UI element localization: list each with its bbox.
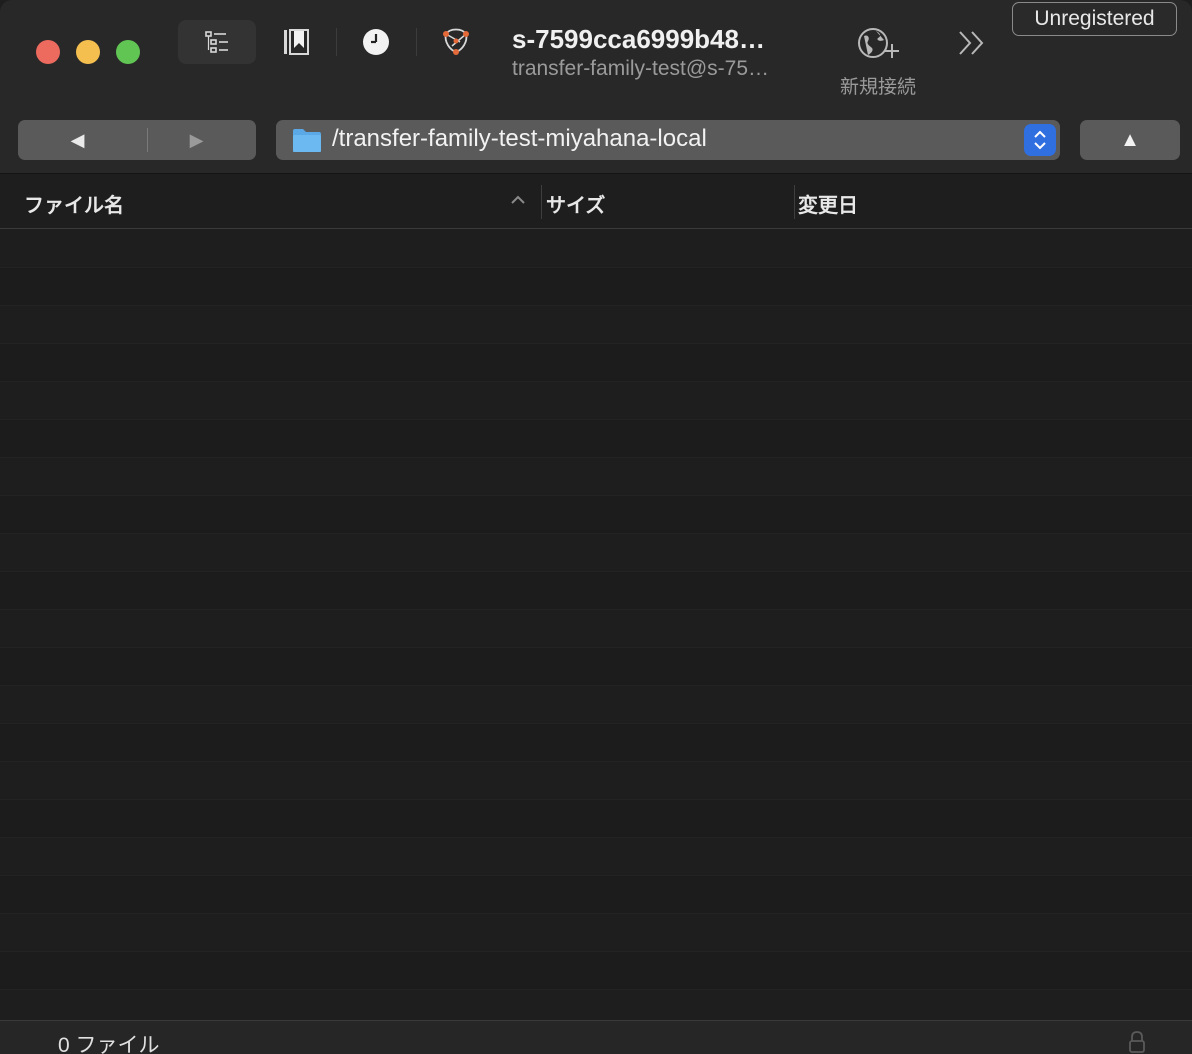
status-bar: 0 ファイル xyxy=(0,1020,1192,1054)
zoom-window-button[interactable] xyxy=(116,40,140,64)
empty-row xyxy=(0,610,1192,648)
toolbar-overflow-button[interactable] xyxy=(954,26,990,60)
unregistered-badge[interactable]: Unregistered xyxy=(1012,2,1177,36)
toolbar-separator xyxy=(336,28,337,56)
sort-ascending-icon xyxy=(511,195,525,204)
empty-row xyxy=(0,952,1192,990)
empty-row xyxy=(0,344,1192,382)
forward-arrow-icon: ▶ xyxy=(189,129,204,150)
back-button[interactable]: ◀ xyxy=(18,120,137,160)
back-forward-control: ◀ ▶ xyxy=(18,120,256,160)
empty-row xyxy=(0,268,1192,306)
empty-row xyxy=(0,306,1192,344)
connection-title: s-7599cca6999b48… xyxy=(512,24,765,54)
path-selector[interactable]: /transfer-family-test-miyahana-local xyxy=(276,120,1060,160)
empty-row xyxy=(0,496,1192,534)
empty-row xyxy=(0,382,1192,420)
connection-subtitle: transfer-family-test@s-75… xyxy=(512,57,770,80)
column-separator[interactable] xyxy=(794,185,795,219)
empty-row xyxy=(0,534,1192,572)
current-path: /transfer-family-test-miyahana-local xyxy=(332,125,707,152)
empty-row xyxy=(0,838,1192,876)
overflow-chevrons-icon xyxy=(959,31,984,55)
forward-button[interactable]: ▶ xyxy=(137,120,256,160)
parent-directory-button[interactable]: ▲ xyxy=(1080,120,1180,160)
empty-row xyxy=(0,458,1192,496)
column-separator[interactable] xyxy=(541,185,542,219)
empty-row xyxy=(0,686,1192,724)
column-header-size[interactable]: サイズ xyxy=(546,189,605,218)
bonjour-network-icon xyxy=(443,28,469,55)
path-dropdown-button[interactable] xyxy=(1024,124,1056,156)
chevron-up-down-icon xyxy=(1034,130,1046,150)
file-list[interactable] xyxy=(0,230,1192,1020)
new-connection-button[interactable]: 新規接続 xyxy=(830,22,926,98)
empty-row xyxy=(0,648,1192,686)
column-header-filename[interactable]: ファイル名 xyxy=(24,189,124,218)
bookmarks-button[interactable] xyxy=(276,20,316,64)
toolbar: s-7599cca6999b48… transfer-family-test@s… xyxy=(0,0,1192,104)
file-count: 0 ファイル xyxy=(58,1034,160,1054)
new-connection-label: 新規接続 xyxy=(839,77,916,98)
minimize-window-button[interactable] xyxy=(76,40,100,64)
column-header-modified[interactable]: 変更日 xyxy=(798,189,858,218)
lock-icon xyxy=(1129,1031,1145,1053)
toolbar-separator xyxy=(416,28,417,56)
history-clock-icon xyxy=(363,29,389,55)
up-arrow-icon: ▲ xyxy=(1120,128,1140,151)
bonjour-button[interactable] xyxy=(434,20,478,64)
empty-row xyxy=(0,876,1192,914)
outline-view-icon xyxy=(205,31,228,53)
empty-row xyxy=(0,420,1192,458)
close-window-button[interactable] xyxy=(36,40,60,64)
empty-row xyxy=(0,800,1192,838)
globe-plus-icon xyxy=(858,28,899,58)
folder-icon xyxy=(293,129,321,152)
empty-row xyxy=(0,724,1192,762)
file-list-header: ファイル名 サイズ 変更日 xyxy=(0,175,1192,229)
empty-row xyxy=(0,230,1192,268)
browser-window: s-7599cca6999b48… transfer-family-test@s… xyxy=(0,0,1192,1054)
empty-row xyxy=(0,572,1192,610)
navigation-bar: ◀ ▶ /transfer-family-test-miyahana-local… xyxy=(0,104,1192,174)
outline-view-button[interactable] xyxy=(178,20,256,64)
history-button[interactable] xyxy=(354,20,398,64)
empty-row xyxy=(0,762,1192,800)
empty-row xyxy=(0,914,1192,952)
back-arrow-icon: ◀ xyxy=(70,129,85,150)
bookmark-icon xyxy=(284,29,309,55)
